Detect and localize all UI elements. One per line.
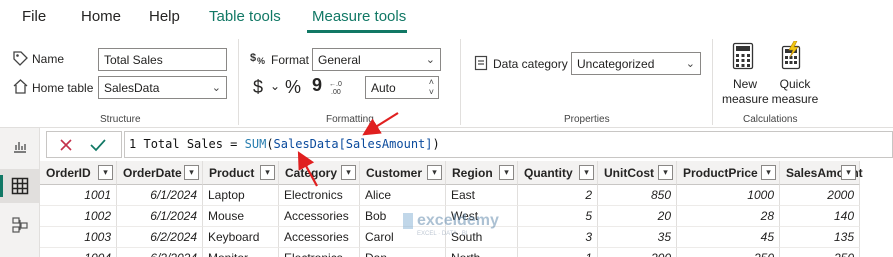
annotation-arrow-table [297, 151, 318, 187]
annotation-overlay [297, 112, 399, 187]
annotation-arrow-column [362, 112, 399, 136]
